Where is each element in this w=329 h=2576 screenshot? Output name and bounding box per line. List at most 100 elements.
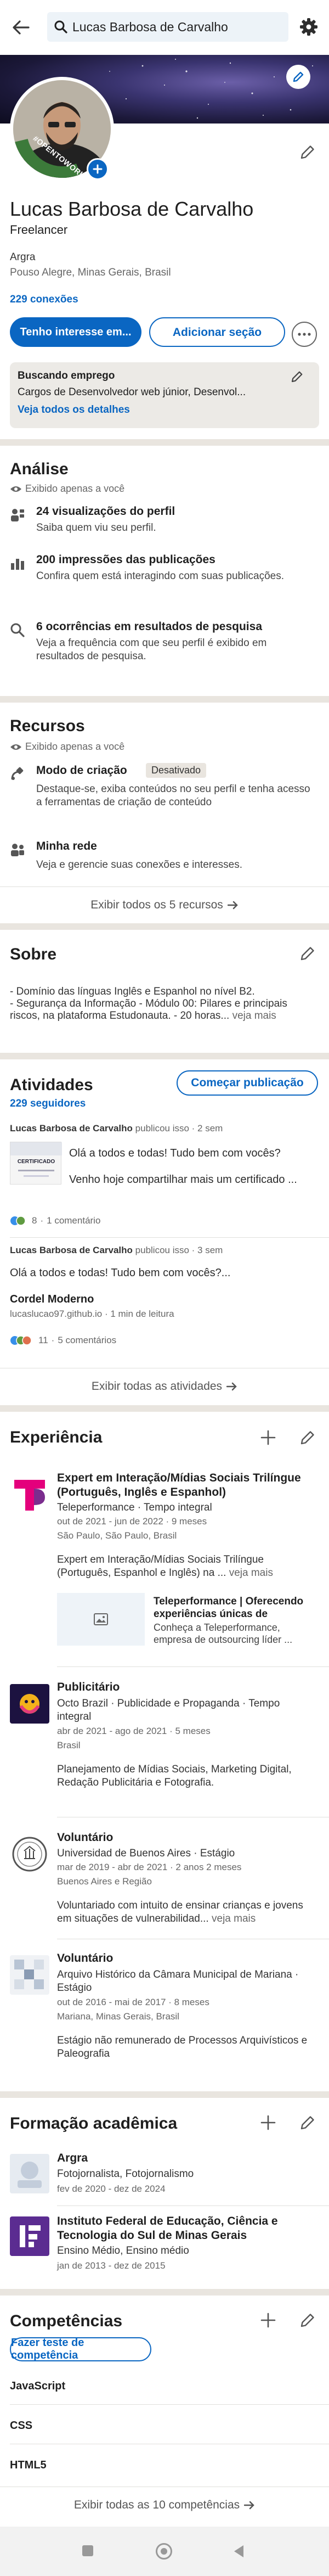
creator-mode-status-badge: Desativado: [146, 763, 207, 778]
edit-skills-pencil-icon[interactable]: [299, 2312, 316, 2328]
eye-icon: [10, 744, 21, 750]
ellipsis-icon: [298, 333, 311, 336]
about-title: Sobre: [10, 945, 57, 963]
add-education-plus-icon[interactable]: [260, 2114, 276, 2131]
show-all-activity-button[interactable]: Exibir todas as atividades: [0, 1368, 329, 1405]
more-options-button[interactable]: [292, 322, 317, 347]
resources-private-note: Exibido apenas a você: [10, 741, 124, 753]
add-section-button[interactable]: Adicionar seção: [149, 317, 285, 347]
post-author: Lucas Barbosa de Carvalho: [10, 1123, 133, 1133]
open-to-button[interactable]: Tenho interesse em...: [10, 317, 141, 347]
plus-icon: [93, 164, 103, 174]
skill-item[interactable]: HTML5: [10, 2459, 47, 2472]
add-section-button-label: Adicionar seção: [172, 325, 262, 339]
skill-item[interactable]: JavaScript: [10, 2380, 65, 2393]
skill-assessment-button[interactable]: Fazer teste de competência: [10, 2337, 151, 2361]
section-divider: [0, 439, 329, 446]
see-more-link[interactable]: veja mais: [212, 1913, 256, 1924]
post-thumbnail: CERTIFICADO: [10, 1142, 62, 1185]
education-item[interactable]: Argra Fotojornalista, Fotojornalismo fev…: [10, 2152, 319, 2207]
post-reactions: 11 · 5 comentários: [10, 1335, 116, 1346]
experience-item[interactable]: Voluntário Universidad de Buenos Aires ·…: [10, 1831, 319, 1941]
skill-item[interactable]: CSS: [10, 2420, 32, 2432]
edit-experience-pencil-icon[interactable]: [299, 1429, 316, 1446]
back-arrow-icon[interactable]: [10, 16, 32, 38]
search-icon: [54, 20, 68, 34]
search-input[interactable]: Lucas Barbosa de Carvalho: [47, 12, 288, 42]
people-icon: [10, 842, 25, 857]
edit-cover-pencil-icon[interactable]: [286, 65, 310, 89]
analytics-private-note: Exibido apenas a você: [10, 483, 124, 495]
profile-headline: Freelancer: [10, 223, 68, 237]
activity-post[interactable]: Lucas Barbosa de Carvalho publicou isso …: [10, 1123, 319, 1233]
open-to-work-title: Buscando emprego: [18, 370, 115, 381]
reaction-icons: [10, 1216, 26, 1226]
experience-media-card[interactable]: Teleperformance | Oferecendo experiência…: [57, 1593, 319, 1646]
profile-company: Argra: [10, 251, 36, 263]
settings-gear-icon[interactable]: [298, 16, 319, 37]
education-item[interactable]: Instituto Federal de Educação, Ciência e…: [10, 2214, 319, 2286]
activity-post[interactable]: Lucas Barbosa de Carvalho publicou isso …: [10, 1245, 319, 1360]
section-divider: [0, 1053, 329, 1059]
satellite-icon: [10, 766, 25, 782]
row-divider: [57, 2205, 329, 2206]
experience-description: Expert em Interação/Mídias Sociais Trilí…: [57, 1554, 273, 1579]
row-divider: [10, 2404, 329, 2405]
arrow-right-icon: [244, 2501, 254, 2510]
search-value: Lucas Barbosa de Carvalho: [72, 20, 228, 34]
section-divider: [0, 2091, 329, 2098]
arrow-right-icon: [227, 901, 238, 910]
post-author: Lucas Barbosa de Carvalho: [10, 1245, 133, 1255]
if-sul-de-minas-logo: [10, 2216, 49, 2256]
add-photo-button[interactable]: [87, 158, 109, 180]
experience-item[interactable]: Expert em Interação/Mídias Sociais Trilí…: [10, 1471, 319, 1674]
bar-chart-icon: [10, 555, 25, 571]
show-all-skills-button[interactable]: Exibir todas as 10 competências: [0, 2487, 329, 2523]
education-title: Formação acadêmica: [10, 2114, 178, 2132]
profile-name: Lucas Barbosa de Carvalho: [10, 198, 254, 220]
arrow-right-icon: [226, 1382, 237, 1391]
connections-link[interactable]: 229 conexões: [10, 294, 78, 306]
article-meta: lucaslucao97.github.io · 1 min de leitur…: [10, 1309, 174, 1319]
experience-item[interactable]: Publicitário Octo Brazil · Publicidade e…: [10, 1681, 319, 1823]
section-divider: [0, 1405, 329, 1412]
image-placeholder-icon: [57, 1593, 145, 1646]
experience-item[interactable]: Voluntário Arquivo Histórico da Câmara M…: [10, 1952, 319, 2073]
section-divider: [0, 2289, 329, 2296]
add-skill-plus-icon[interactable]: [260, 2312, 276, 2328]
home-button[interactable]: [156, 2543, 172, 2560]
edit-intro-pencil-icon[interactable]: [299, 144, 316, 160]
reaction-icons: [10, 1335, 32, 1345]
open-to-work-details-link[interactable]: Veja todos os detalhes: [18, 404, 130, 416]
edit-about-pencil-icon[interactable]: [299, 945, 316, 962]
section-divider: [0, 923, 329, 930]
eye-icon: [10, 486, 21, 492]
analytics-title: Análise: [10, 460, 69, 478]
recent-apps-button[interactable]: [82, 2545, 93, 2556]
avatar[interactable]: #OPENTOWORK: [10, 77, 114, 181]
resources-title: Recursos: [10, 717, 85, 735]
start-post-button[interactable]: Começar publicação: [177, 1070, 318, 1096]
open-to-button-label: Tenho interesse em...: [20, 326, 132, 338]
edit-open-to-work-pencil-icon[interactable]: [291, 370, 304, 383]
back-triangle-icon[interactable]: [232, 2544, 245, 2558]
teleperformance-logo: [10, 1474, 49, 1514]
about-text: - Domínio das línguas Inglês e Espanhol …: [10, 986, 287, 1022]
open-to-work-card[interactable]: Buscando emprego Cargos de Desenvolvedor…: [10, 362, 319, 428]
top-bar: Lucas Barbosa de Carvalho: [0, 0, 329, 55]
add-experience-plus-icon[interactable]: [260, 1429, 276, 1446]
about-see-more-link[interactable]: veja mais: [232, 1010, 276, 1022]
section-divider: [0, 696, 329, 703]
universidad-de-buenos-aires-logo: [10, 1834, 49, 1874]
system-navigation-bar: [0, 2527, 329, 2576]
show-all-resources-button[interactable]: Exibir todos os 5 recursos: [0, 887, 329, 923]
edit-education-pencil-icon[interactable]: [299, 2114, 316, 2131]
experience-description: Voluntariado com intuito de ensinar cria…: [57, 1900, 303, 1924]
article-title: Cordel Moderno: [10, 1293, 94, 1305]
see-more-link[interactable]: veja mais: [229, 1567, 273, 1579]
profile-location: Pouso Alegre, Minas Gerais, Brasil: [10, 267, 171, 278]
open-to-work-text: Cargos de Desenvolvedor web júnior, Dese…: [18, 386, 246, 398]
row-divider: [10, 1237, 329, 1238]
activity-title: Atividades: [10, 1076, 93, 1094]
followers-link[interactable]: 229 seguidores: [10, 1098, 86, 1110]
